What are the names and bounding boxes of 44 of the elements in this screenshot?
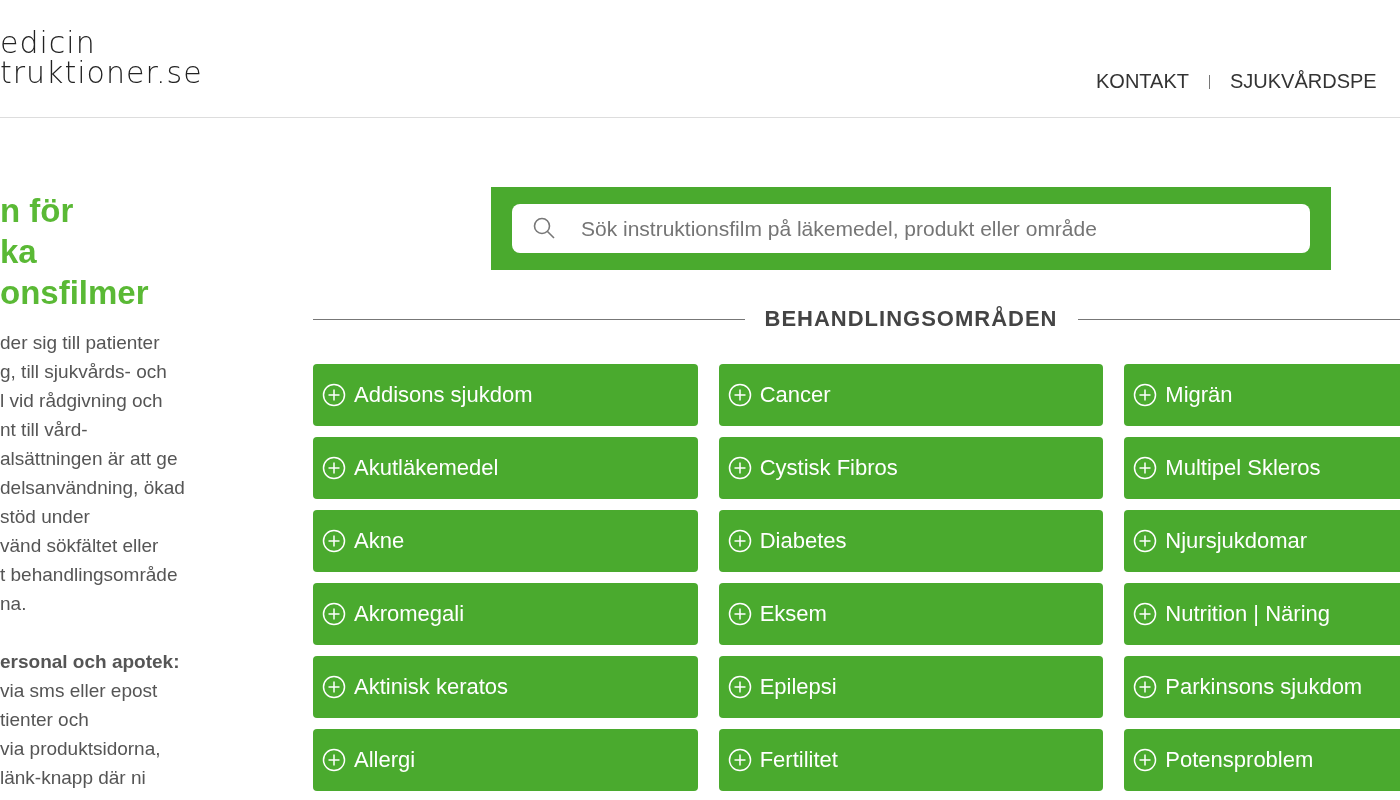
category-button[interactable]: Epilepsi (718, 656, 1104, 718)
plus-circle-icon (322, 529, 346, 553)
plus-circle-icon (322, 456, 346, 480)
intro-paragraph: ersonal och apotek: via sms eller epost tienter och via produktsidorna, länk-knapp där ni (0, 650, 181, 790)
plus-circle-icon (727, 529, 752, 553)
category-button[interactable]: Njursjukdomar (1124, 510, 1400, 572)
plus-circle-icon (322, 383, 346, 407)
category-button[interactable]: Akne (313, 510, 698, 572)
plus-circle-icon (727, 456, 752, 480)
plus-circle-icon (1133, 675, 1158, 699)
category-button[interactable]: Addisons sjukdom (313, 364, 698, 426)
plus-circle-icon (322, 675, 346, 699)
plus-circle-icon (1133, 456, 1158, 480)
category-button[interactable]: Akutläkemedel (313, 437, 698, 499)
site-logo[interactable]: edicin truktioner.se (0, 28, 203, 88)
plus-circle-icon (1133, 529, 1158, 553)
category-button[interactable]: Diabetes (718, 510, 1104, 572)
plus-circle-icon (727, 383, 752, 407)
plus-circle-icon (1133, 602, 1158, 626)
intro-paragraph: der sig till patienter g, till sjukvårds- och l vid rådgivning och nt till vård- alsättningen är att ge delsanvändning, ökad stöd under vänd sökfältet eller t behandlingsområde na. (0, 331, 186, 616)
category-button[interactable]: Parkinsons sjukdom (1124, 656, 1400, 718)
category-button[interactable]: Aktinisk keratos (313, 656, 698, 718)
category-button[interactable]: Cystisk Fibros (718, 437, 1104, 499)
plus-circle-icon (1133, 383, 1158, 407)
plus-circle-icon (727, 748, 752, 772)
category-button[interactable]: Allergi (313, 729, 698, 791)
plus-circle-icon (322, 748, 346, 772)
category-button[interactable]: Migrän (1124, 364, 1400, 426)
category-button[interactable]: Fertilitet (718, 729, 1104, 791)
search-field[interactable]: Sök instruktionsfilm på läkemedel, produkt eller område (512, 204, 1310, 253)
nav-link[interactable]: SJUKVÅRDSPE (1229, 70, 1377, 93)
category-button[interactable]: Nutrition | Näring (1124, 583, 1400, 645)
category-button[interactable]: Eksem (718, 583, 1104, 645)
plus-circle-icon (322, 602, 346, 626)
category-button[interactable]: Potensproblem (1124, 729, 1400, 791)
intro-heading: n för ka onsfilmer (0, 191, 150, 313)
plus-circle-icon (727, 675, 752, 699)
nav-link[interactable]: KONTAKT (1096, 70, 1189, 93)
plus-circle-icon (727, 602, 752, 626)
category-button[interactable]: Multipel Skleros (1124, 437, 1400, 499)
category-button[interactable]: Akromegali (313, 583, 698, 645)
section-heading: BEHANDLINGSOMRÅDEN (764, 306, 1058, 332)
plus-circle-icon (1133, 748, 1158, 772)
category-button[interactable]: Cancer (718, 364, 1104, 426)
